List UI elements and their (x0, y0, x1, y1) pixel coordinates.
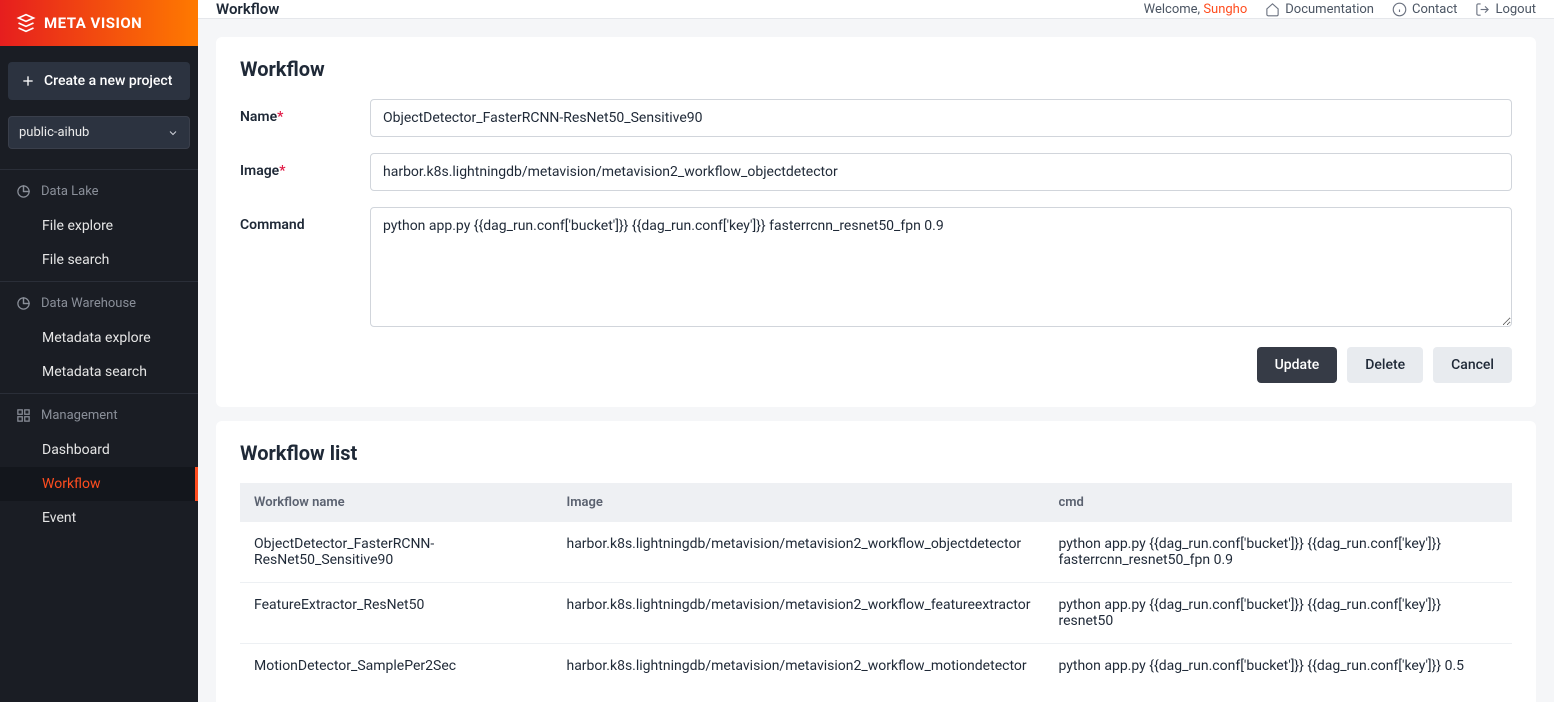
command-label: Command (240, 207, 370, 233)
image-input[interactable] (370, 153, 1512, 191)
table-cell: python app.py {{dag_run.conf['bucket']}}… (1044, 583, 1512, 644)
table-header: Workflow name (240, 483, 552, 522)
table-cell: harbor.k8s.lightningdb/metavision/metavi… (552, 522, 1044, 583)
sidebar-item-metadata-search[interactable]: Metadata search (0, 355, 198, 389)
create-project-button[interactable]: Create a new project (8, 62, 190, 100)
workflow-table: Workflow nameImagecmd ObjectDetector_Fas… (240, 483, 1512, 688)
topbar: Workflow Welcome, Sungho Documentation C… (198, 0, 1554, 19)
home-icon (1265, 2, 1280, 17)
image-label: Image* (240, 153, 370, 179)
workflow-form-heading: Workflow (240, 57, 1512, 81)
sidebar-group-data-lake: Data Lake (0, 174, 198, 209)
table-cell: MotionDetector_SamplePer2Sec (240, 644, 552, 689)
sidebar-divider (0, 169, 198, 170)
table-row[interactable]: MotionDetector_SamplePer2Secharbor.k8s.l… (240, 644, 1512, 689)
sidebar: META VISION Create a new project public-… (0, 0, 198, 702)
sidebar-item-file-explore[interactable]: File explore (0, 209, 198, 243)
documentation-link[interactable]: Documentation (1265, 2, 1374, 17)
plus-icon (20, 73, 36, 89)
table-header: cmd (1044, 483, 1512, 522)
workflow-list-heading: Workflow list (240, 441, 1512, 465)
sidebar-item-metadata-explore[interactable]: Metadata explore (0, 321, 198, 355)
sidebar-item-file-search[interactable]: File search (0, 243, 198, 277)
workflow-list-card: Workflow list Workflow nameImagecmd Obje… (216, 421, 1536, 702)
project-selected-value: public-aihub (19, 125, 89, 140)
table-cell: FeatureExtractor_ResNet50 (240, 583, 552, 644)
chevron-down-icon (167, 127, 179, 139)
table-cell: harbor.k8s.lightningdb/metavision/metavi… (552, 583, 1044, 644)
brand-mark-icon (16, 13, 36, 33)
table-cell: python app.py {{dag_run.conf['bucket']}}… (1044, 644, 1512, 689)
contact-link[interactable]: Contact (1392, 2, 1457, 17)
workflow-form-card: Workflow Name* Image* Command python app… (216, 37, 1536, 407)
brand-text: META VISION (44, 14, 142, 32)
table-row[interactable]: ObjectDetector_FasterRCNN-ResNet50_Sensi… (240, 522, 1512, 583)
sidebar-item-workflow[interactable]: Workflow (0, 467, 198, 501)
name-input[interactable] (370, 99, 1512, 137)
sidebar-nav: Data LakeFile exploreFile search Data War… (0, 174, 198, 535)
sidebar-item-dashboard[interactable]: Dashboard (0, 433, 198, 467)
table-cell: harbor.k8s.lightningdb/metavision/metavi… (552, 644, 1044, 689)
table-header: Image (552, 483, 1044, 522)
sidebar-group-data-warehouse: Data Warehouse (0, 286, 198, 321)
delete-button[interactable]: Delete (1347, 347, 1423, 383)
project-select[interactable]: public-aihub (8, 116, 190, 149)
sidebar-divider (0, 281, 198, 282)
name-label: Name* (240, 99, 370, 125)
logout-link[interactable]: Logout (1475, 2, 1536, 17)
sidebar-item-event[interactable]: Event (0, 501, 198, 535)
table-row[interactable]: FeatureExtractor_ResNet50harbor.k8s.ligh… (240, 583, 1512, 644)
create-project-label: Create a new project (44, 73, 172, 89)
update-button[interactable]: Update (1257, 347, 1338, 383)
table-cell: ObjectDetector_FasterRCNN-ResNet50_Sensi… (240, 522, 552, 583)
sidebar-group-management: Management (0, 398, 198, 433)
command-textarea[interactable]: python app.py {{dag_run.conf['bucket']}}… (370, 207, 1512, 327)
page-title: Workflow (216, 0, 279, 18)
brand-logo[interactable]: META VISION (0, 0, 198, 46)
welcome-message: Welcome, Sungho (1144, 2, 1248, 17)
info-icon (1392, 2, 1407, 17)
sidebar-divider (0, 393, 198, 394)
cancel-button[interactable]: Cancel (1433, 347, 1512, 383)
logout-icon (1475, 2, 1490, 17)
table-cell: python app.py {{dag_run.conf['bucket']}}… (1044, 522, 1512, 583)
